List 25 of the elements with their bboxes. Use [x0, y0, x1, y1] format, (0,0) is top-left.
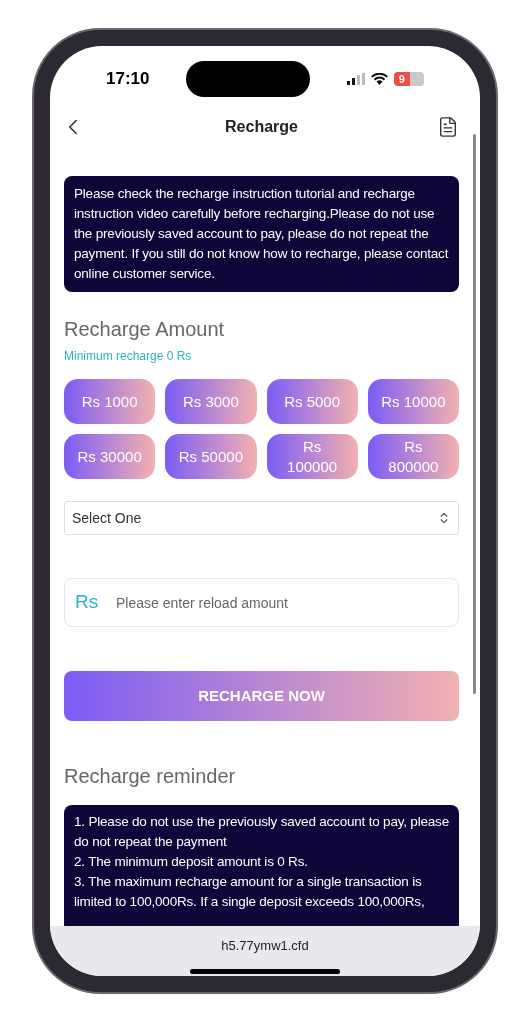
status-time: 17:10 — [106, 68, 150, 91]
wifi-icon — [370, 73, 388, 85]
amount-option[interactable]: Rs 800000 — [367, 434, 459, 479]
reminder-text: 2. The minimum deposit amount is 0 Rs. — [74, 853, 309, 871]
reminder-text: 3. The maximum recharge amount for a single transaction is limited to 100,000Rs. If a single deposit exceeds 100,000Rs, — [74, 873, 426, 911]
recharge-now-button[interactable]: RECHARGE NOW — [64, 671, 459, 721]
url-text: h5.77ymw1.cfd — [221, 937, 309, 955]
notice-text: Please check the recharge instruction tutorial and recharge instruction video carefully before recharging.Please do not use the previously saved account to pay, please do not repeat the payment. If you still do not know how to recharge, please contact online customer service. — [64, 176, 459, 292]
amount-option[interactable]: Rs 3000 — [165, 379, 257, 424]
amount-option[interactable]: Rs 1000 — [64, 379, 156, 424]
signal-icon — [346, 73, 365, 85]
amount-option[interactable]: Rs 30000 — [64, 434, 156, 479]
amount-option[interactable]: Rs 100000 — [266, 434, 358, 479]
amount-option[interactable]: Rs 10000 — [367, 379, 459, 424]
page-title: Recharge — [225, 117, 298, 137]
currency-prefix: Rs — [75, 590, 99, 614]
reminder-text: 1. Please do not use the previously saved account to pay, please do not repeat the payment — [74, 813, 449, 851]
document-icon[interactable] — [437, 116, 459, 138]
section-title: Recharge reminder — [64, 764, 237, 789]
amount-option[interactable]: Rs 5000 — [266, 379, 358, 424]
minimum-note: Minimum recharge 0 Rs — [64, 348, 193, 365]
amount-option[interactable]: Rs 50000 — [165, 434, 257, 479]
section-title: Recharge Amount — [64, 317, 226, 342]
select-field[interactable]: Select One — [64, 501, 459, 535]
battery-indicator: 9 — [393, 72, 424, 86]
